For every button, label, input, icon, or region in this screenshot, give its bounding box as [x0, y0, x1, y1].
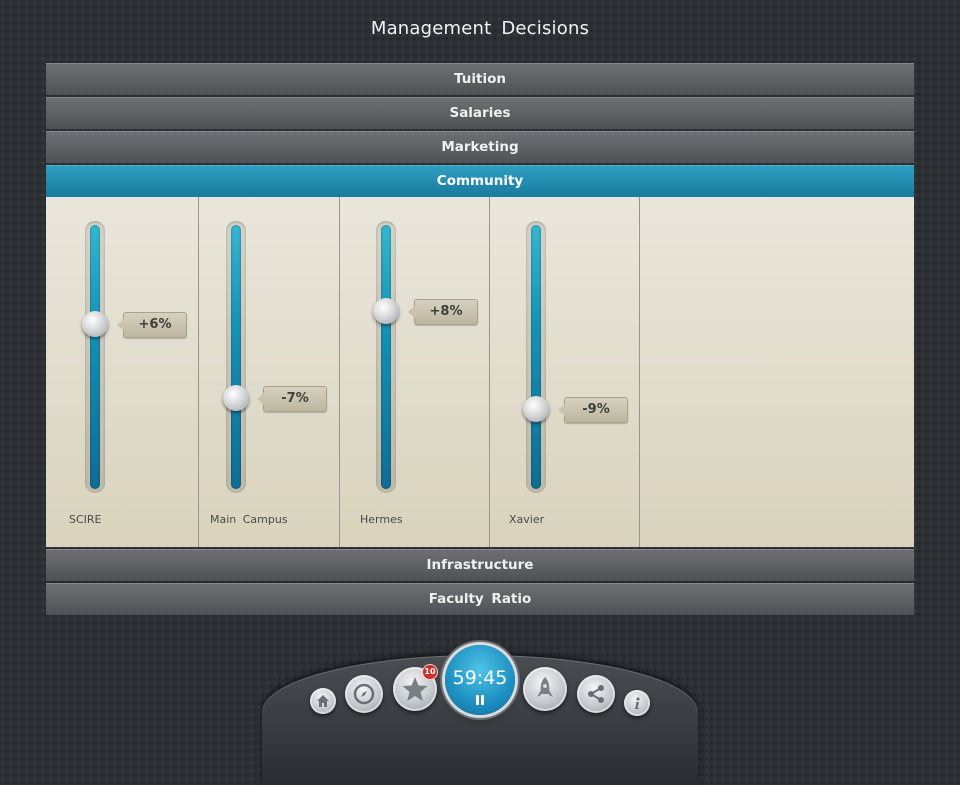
slider-knob[interactable] [373, 297, 399, 324]
launch-button[interactable] [523, 667, 567, 711]
section-infrastructure[interactable]: Infrastructure [46, 549, 914, 581]
slider-column-hermes: +8% Hermes [340, 197, 490, 547]
star-icon [402, 677, 428, 701]
decisions-accordion: Tuition Salaries Marketing Community +6%… [46, 63, 914, 617]
page-title: Management Decisions [370, 18, 590, 39]
notification-badge: 10 [422, 664, 438, 680]
timer-display: 59:45 [452, 667, 508, 689]
slider-value: -7% [257, 385, 327, 412]
compass-button[interactable] [345, 675, 383, 713]
slider-label: Hermes [360, 513, 403, 526]
slider-label: Xavier [509, 513, 545, 526]
info-button[interactable] [624, 690, 650, 716]
slider-knob[interactable] [523, 395, 549, 422]
section-tuition[interactable]: Tuition [46, 63, 914, 95]
slider-fill [381, 225, 391, 489]
slider-column-main-campus: -7% Main Campus [199, 197, 340, 547]
pause-icon [476, 695, 484, 705]
section-community[interactable]: Community [46, 165, 914, 197]
home-icon [317, 695, 329, 707]
rocket-icon [537, 677, 553, 697]
slider-fill [531, 225, 541, 489]
slider-column-xavier: -9% Xavier [490, 197, 640, 547]
slider-value: -9% [558, 396, 628, 423]
share-icon [588, 685, 604, 703]
slider-track[interactable] [85, 221, 105, 493]
community-panel: +6% SCIRE -7% Main Campus +8% Hermes -9%… [46, 197, 914, 547]
slider-fill [231, 225, 241, 489]
slider-knob[interactable] [223, 384, 249, 411]
home-button[interactable] [310, 688, 336, 714]
share-button[interactable] [577, 675, 615, 713]
slider-track[interactable] [226, 221, 246, 493]
compass-icon [353, 683, 375, 705]
section-faculty-ratio[interactable]: Faculty Ratio [46, 583, 914, 615]
slider-value: +6% [117, 312, 187, 339]
empty-column [640, 197, 914, 547]
slider-label: SCIRE [69, 513, 102, 526]
slider-fill [90, 225, 100, 489]
slider-track[interactable] [376, 221, 396, 493]
slider-track[interactable] [526, 221, 546, 493]
timer-button[interactable]: 59:45 [445, 645, 515, 715]
section-salaries[interactable]: Salaries [46, 97, 914, 129]
section-marketing[interactable]: Marketing [46, 131, 914, 163]
slider-value: +8% [408, 298, 478, 325]
info-icon [635, 697, 640, 709]
slider-column-scire: +6% SCIRE [46, 197, 199, 547]
slider-label: Main Campus [210, 513, 288, 526]
